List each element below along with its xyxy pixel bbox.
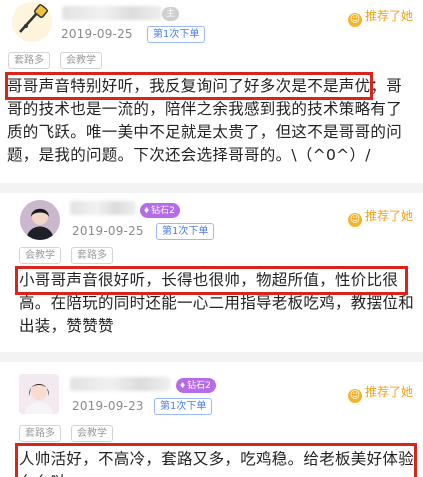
user-badge: 主: [162, 7, 180, 21]
diamond-icon: ♦: [179, 381, 187, 390]
recommend-label: ☺ 推荐了她: [347, 9, 413, 27]
review-card: ♦钻石2 ☺ 推荐了她 2019-09-25 第1次下单 会教学 套路多 小哥哥声…: [0, 193, 423, 350]
skill-tag: 会教学: [60, 52, 102, 69]
order-count-tag: 第1次下单: [147, 26, 206, 43]
card-separator: [0, 352, 423, 362]
review-text: 人帅活好，不高冷，套路又多，吃鸡稳。给老板美好体验么么哒: [19, 450, 415, 477]
username-blurred: [70, 377, 170, 391]
skill-tag: 套路多: [19, 425, 61, 442]
person-photo-icon: [20, 200, 60, 240]
cartoon-avatar-icon: [13, 3, 51, 41]
smile-icon: ☺: [347, 213, 362, 227]
username-blurred: [62, 6, 162, 20]
diamond-icon: ♦: [143, 206, 151, 215]
review-text: 小哥哥声音很好听，长得也很帅，物超所值，性价比很高。在陪玩的同时还能一心二用指导…: [19, 271, 415, 335]
avatar[interactable]: [20, 200, 60, 240]
avatar[interactable]: [12, 2, 52, 42]
order-count-tag: 第1次下单: [156, 223, 215, 240]
review-date: 2019-09-25: [72, 224, 144, 238]
username-blurred: [70, 201, 136, 215]
order-count-tag: 第1次下单: [154, 398, 213, 415]
skill-tag: 会教学: [71, 425, 113, 442]
skill-tag: 套路多: [8, 52, 50, 69]
avatar[interactable]: [19, 374, 59, 414]
review-card: 主 ☺ 推荐了她 2019-09-25 第1次下单 套路多 会教学 哥哥声音特别好…: [0, 0, 423, 190]
recommend-label: ☺ 推荐了她: [347, 209, 413, 227]
diamond-rank-badge: ♦钻石2: [176, 378, 216, 393]
card-separator: [0, 183, 423, 193]
person-photo-icon: [19, 374, 59, 414]
review-date: 2019-09-25: [61, 27, 133, 41]
diamond-rank-badge: ♦钻石2: [140, 203, 180, 218]
review-text: 哥哥声音特别好听，我反复询问了好多次是不是声优；哥哥的技术也是一流的，陪伴之余我…: [7, 77, 403, 164]
skill-tag: 套路多: [71, 247, 113, 264]
skill-tag: 会教学: [19, 247, 61, 264]
recommend-label: ☺ 推荐了她: [347, 385, 413, 403]
review-card: ♦钻石2 ☺ 推荐了她 2019-09-23 第1次下单 套路多 会教学 人帅活好…: [0, 362, 423, 477]
smile-icon: ☺: [347, 389, 362, 403]
review-date: 2019-09-23: [72, 399, 144, 413]
smile-icon: ☺: [347, 13, 362, 27]
